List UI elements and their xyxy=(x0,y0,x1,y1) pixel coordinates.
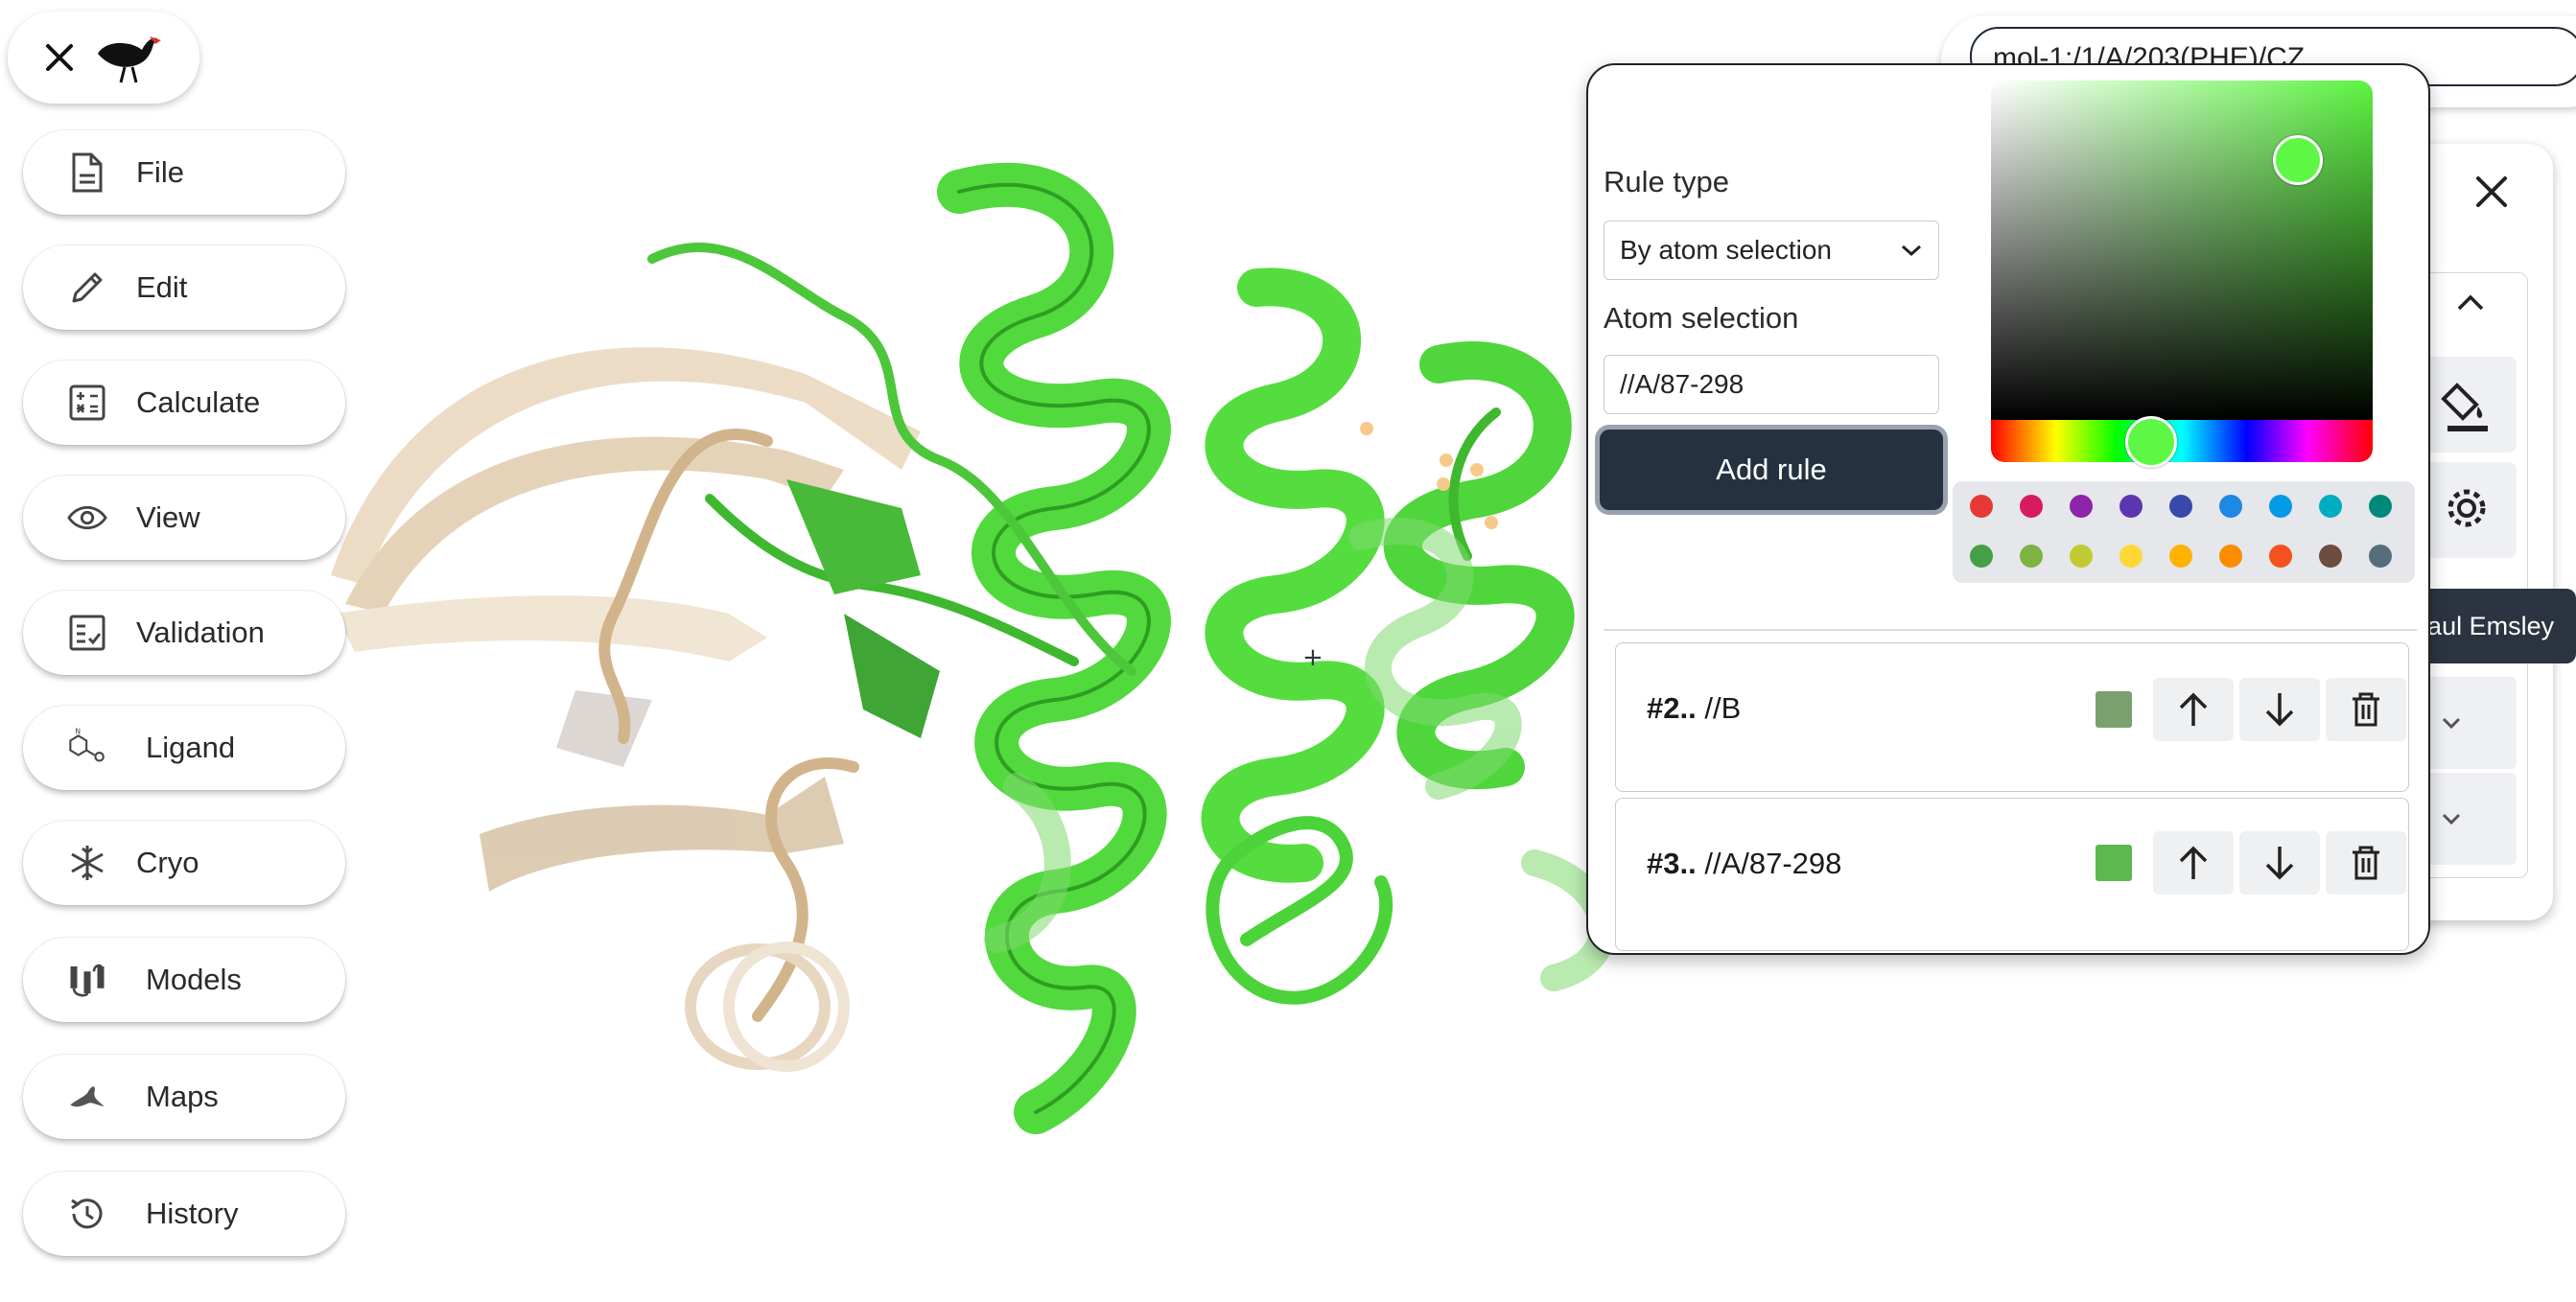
color-swatch[interactable] xyxy=(2369,545,2392,568)
color-swatch[interactable] xyxy=(2119,545,2143,568)
rule-type-label: Rule type xyxy=(1604,165,1729,198)
add-color-rule-popup: Rule type By atom selection Atom selecti… xyxy=(1586,63,2430,955)
hue-slider[interactable] xyxy=(1991,420,2373,462)
move-down-button[interactable] xyxy=(2239,831,2320,895)
close-icon[interactable] xyxy=(44,42,75,73)
collapsed-row[interactable] xyxy=(2421,677,2517,769)
menu-label: Validation xyxy=(136,616,265,649)
logo-pill xyxy=(8,12,199,104)
menu-cryo-button[interactable]: Cryo xyxy=(23,821,345,905)
menu-label: Calculate xyxy=(136,385,261,419)
move-up-button[interactable] xyxy=(2153,678,2234,741)
chevron-up-icon[interactable] xyxy=(2455,293,2486,313)
menu-label: File xyxy=(136,155,184,189)
rule-title: #3.. //A/87-298 xyxy=(1647,847,1841,881)
color-swatch[interactable] xyxy=(1970,545,1993,568)
gear-icon xyxy=(2447,489,2486,527)
arrow-up-icon xyxy=(2179,692,2208,726)
saturation-handle[interactable] xyxy=(2273,135,2323,185)
color-swatch[interactable] xyxy=(2219,495,2242,518)
rule-type-select[interactable]: By atom selection xyxy=(1604,221,1939,280)
snowflake-icon xyxy=(67,843,107,883)
menu-label: Ligand xyxy=(146,731,236,764)
paint-bucket-icon xyxy=(2441,383,2488,431)
delete-rule-button[interactable] xyxy=(2326,831,2406,895)
menu-models-button[interactable]: Models xyxy=(23,938,345,1022)
trash-icon xyxy=(2353,692,2379,727)
rule-card: #2.. //B xyxy=(1615,642,2409,792)
menu-label: Cryo xyxy=(136,846,199,879)
menu-label: History xyxy=(146,1197,239,1230)
delete-rule-button[interactable] xyxy=(2326,678,2406,741)
rule-color-swatch[interactable] xyxy=(2096,845,2132,881)
color-swatch[interactable] xyxy=(2169,495,2192,518)
chevron-down-icon xyxy=(1902,244,1921,257)
moorhen-logo-icon xyxy=(98,36,161,83)
menu-validation-button[interactable]: Validation xyxy=(23,591,345,675)
menu-edit-button[interactable]: Edit xyxy=(23,245,345,330)
eye-icon xyxy=(67,498,107,538)
color-swatch[interactable] xyxy=(2319,545,2342,568)
color-swatch[interactable] xyxy=(2070,495,2093,518)
checklist-icon xyxy=(67,613,107,653)
maps-icon xyxy=(67,1077,107,1117)
menu-label: Edit xyxy=(136,270,188,304)
rule-type-value: By atom selection xyxy=(1620,235,1832,265)
rule-selection: //A/87-298 xyxy=(1704,847,1842,880)
atom-selection-input[interactable]: //A/87-298 xyxy=(1604,355,1939,414)
rule-title: #2.. //B xyxy=(1647,691,1741,726)
chevron-down-icon xyxy=(2442,717,2461,730)
color-swatch[interactable] xyxy=(2269,495,2292,518)
file-icon xyxy=(67,152,107,193)
rule-index: #2.. xyxy=(1647,691,1697,725)
rule-card: #3.. //A/87-298 xyxy=(1615,798,2409,951)
color-swatch[interactable] xyxy=(2020,545,2043,568)
menu-maps-button[interactable]: Maps xyxy=(23,1055,345,1139)
models-icon xyxy=(67,960,107,1000)
add-rule-button[interactable]: Add rule xyxy=(1600,430,1943,510)
hue-handle[interactable] xyxy=(2125,416,2177,468)
move-up-button[interactable] xyxy=(2153,831,2234,895)
color-swatch[interactable] xyxy=(2070,545,2093,568)
color-swatch[interactable] xyxy=(2219,545,2242,568)
calculator-icon xyxy=(67,383,107,423)
rule-index: #3.. xyxy=(1647,847,1697,880)
center-crosshair: + xyxy=(1302,643,1323,672)
pencil-icon xyxy=(67,267,107,308)
menu-view-button[interactable]: View xyxy=(23,476,345,560)
color-swatch[interactable] xyxy=(2319,495,2342,518)
saturation-value-area[interactable] xyxy=(1991,81,2373,420)
arrow-up-icon xyxy=(2179,846,2208,879)
color-swatch[interactable] xyxy=(2119,495,2143,518)
color-swatch[interactable] xyxy=(2269,545,2292,568)
menu-label: Models xyxy=(146,963,242,996)
trash-icon xyxy=(2353,846,2379,880)
paint-bucket-button[interactable] xyxy=(2421,357,2517,453)
menu-label: Maps xyxy=(146,1080,219,1113)
color-swatch[interactable] xyxy=(2020,495,2043,518)
history-icon xyxy=(67,1194,107,1234)
menu-ligand-button[interactable]: N Ligand xyxy=(23,706,345,790)
move-down-button[interactable] xyxy=(2239,678,2320,741)
color-swatch[interactable] xyxy=(1970,495,1993,518)
rule-selection: //B xyxy=(1704,691,1742,725)
arrow-down-icon xyxy=(2265,693,2294,727)
rule-color-swatch[interactable] xyxy=(2096,691,2132,728)
atom-selection-label: Atom selection xyxy=(1604,301,1799,335)
svg-text:N: N xyxy=(75,728,81,736)
ligand-icon: N xyxy=(67,728,107,768)
menu-label: View xyxy=(136,500,200,534)
divider xyxy=(1604,629,2417,631)
color-swatch[interactable] xyxy=(2169,545,2192,568)
color-swatch[interactable] xyxy=(2369,495,2392,518)
menu-calculate-button[interactable]: Calculate xyxy=(23,360,345,445)
menu-history-button[interactable]: History xyxy=(23,1172,345,1256)
chevron-down-icon xyxy=(2442,813,2461,825)
close-icon[interactable] xyxy=(2469,169,2515,215)
menu-file-button[interactable]: File xyxy=(23,130,345,215)
settings-button[interactable] xyxy=(2421,462,2517,558)
arrow-down-icon xyxy=(2265,847,2294,880)
collapsed-row[interactable] xyxy=(2421,773,2517,865)
beta-sheet-wheat xyxy=(331,347,921,892)
